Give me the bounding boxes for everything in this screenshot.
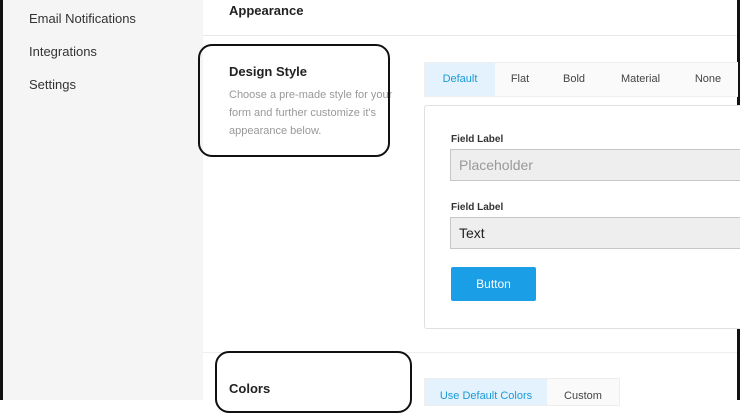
tab-custom[interactable]: Custom [547, 379, 619, 405]
preview-field-label: Field Label [451, 134, 504, 145]
section-divider [203, 352, 737, 353]
design-style-tabs: Default Flat Bold Material None [424, 62, 738, 97]
colors-label: Colors [229, 381, 271, 396]
tab-material[interactable]: Material [603, 63, 678, 96]
preview-placeholder-input[interactable]: Placeholder [450, 149, 740, 181]
design-style-description: Choose a pre-made style for your form an… [229, 89, 393, 137]
tab-use-default-colors[interactable]: Use Default Colors [425, 379, 547, 405]
section-title: Appearance [229, 3, 304, 18]
sidebar: Email Notifications Integrations Setting… [3, 0, 203, 400]
main-content: Appearance Design Style Choose a pre-mad… [203, 0, 740, 406]
tab-bold[interactable]: Bold [545, 63, 603, 96]
sidebar-item-email-notifications[interactable]: Email Notifications [29, 11, 136, 26]
title-divider [203, 35, 737, 36]
tab-none[interactable]: None [678, 63, 738, 96]
tab-default[interactable]: Default [425, 63, 495, 96]
preview-button[interactable]: Button [451, 267, 536, 301]
preview-text-input[interactable]: Text [450, 217, 740, 249]
sidebar-item-settings[interactable]: Settings [29, 77, 76, 92]
sidebar-item-integrations[interactable]: Integrations [29, 44, 97, 59]
preview-field-label: Field Label [451, 202, 504, 213]
style-preview-panel: Field Label Placeholder Field Label Text… [424, 105, 740, 329]
design-style-label: Design Style [229, 64, 308, 79]
tab-flat[interactable]: Flat [495, 63, 545, 96]
colors-tabs: Use Default Colors Custom [424, 378, 620, 406]
